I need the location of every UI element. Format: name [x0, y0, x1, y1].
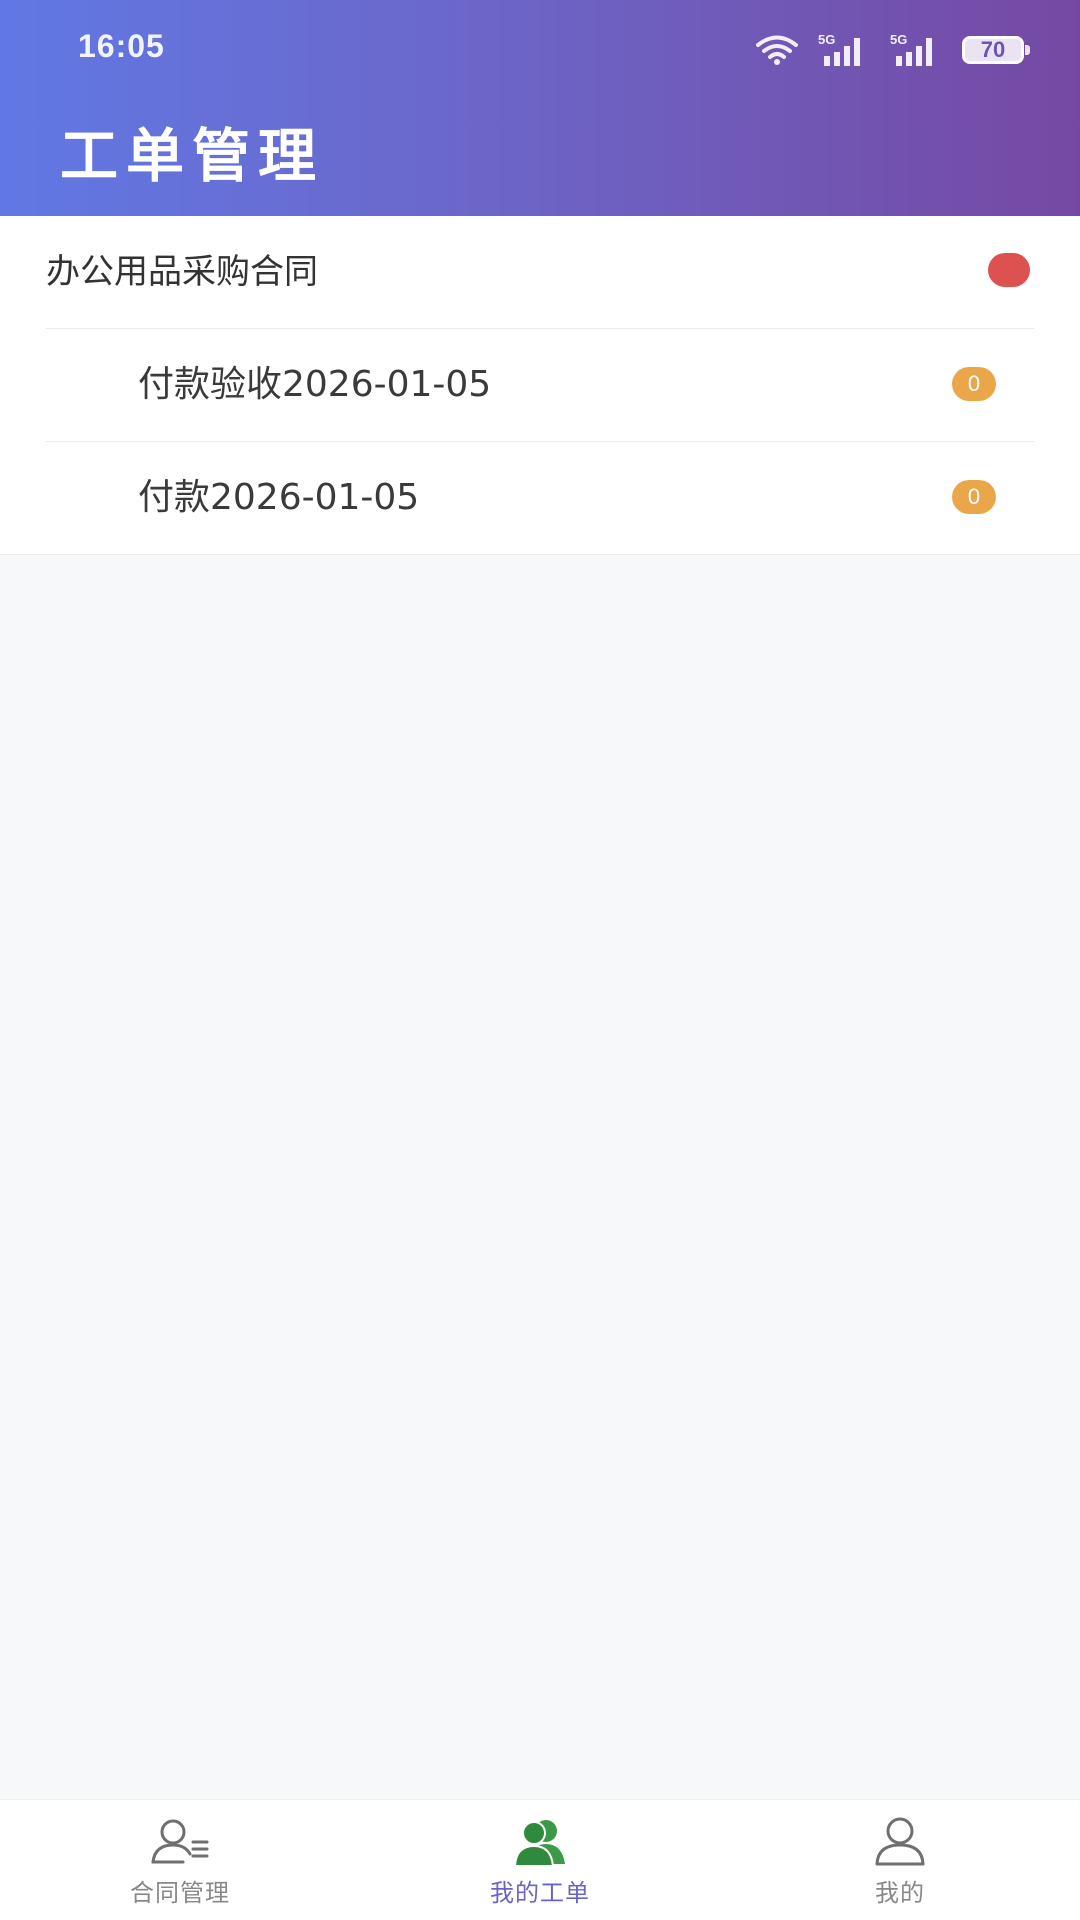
status-dot — [988, 253, 1030, 287]
status-icons: 5G 5G 70 — [754, 30, 1030, 70]
tab-mine[interactable]: 我的 — [720, 1800, 1080, 1920]
count-badge: 0 — [952, 480, 996, 514]
tab-label: 我的工单 — [490, 1879, 590, 1907]
tab-label: 合同管理 — [130, 1879, 230, 1907]
status-time: 16:05 — [78, 28, 165, 64]
user-icon — [865, 1814, 935, 1870]
contract-user-icon — [145, 1814, 215, 1870]
tab-label: 我的 — [875, 1879, 925, 1907]
work-order-label: 付款2026-01-05 — [138, 477, 420, 518]
contract-group-row[interactable]: 办公用品采购合同 — [46, 216, 1034, 329]
users-icon — [505, 1814, 575, 1870]
work-order-item[interactable]: 付款2026-01-05 0 — [46, 442, 1034, 554]
wifi-icon — [754, 34, 800, 66]
count-badge: 0 — [952, 367, 996, 401]
battery-icon: 70 — [962, 36, 1030, 64]
page-title: 工单管理 — [60, 122, 325, 190]
work-order-item[interactable]: 付款验收2026-01-05 0 — [46, 329, 1034, 442]
signal-5g-icon-2: 5G — [890, 32, 944, 68]
network-label-2: 5G — [890, 32, 907, 47]
work-order-label: 付款验收2026-01-05 — [138, 364, 492, 405]
tab-my-work-orders[interactable]: 我的工单 — [360, 1800, 720, 1920]
tab-contract-management[interactable]: 合同管理 — [0, 1800, 360, 1920]
app-header: 16:05 5G 5G 70 工单管理 — [0, 0, 1080, 216]
network-label-1: 5G — [818, 32, 835, 47]
signal-5g-icon-1: 5G — [818, 32, 872, 68]
work-order-list: 办公用品采购合同 付款验收2026-01-05 0 付款2026-01-05 0 — [0, 216, 1080, 555]
contract-group-title: 办公用品采购合同 — [46, 252, 318, 292]
bottom-tabbar: 合同管理 我的工单 我的 — [0, 1799, 1080, 1920]
